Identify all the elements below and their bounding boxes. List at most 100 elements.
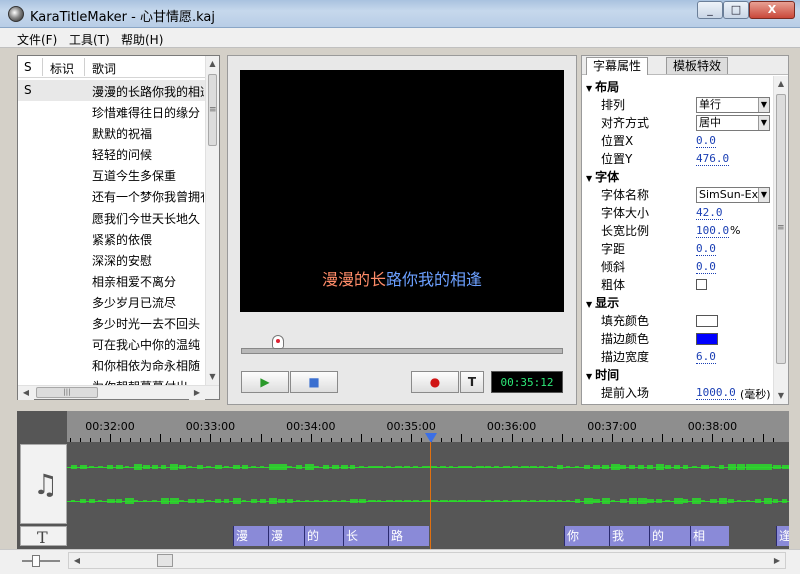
lyric-timing-block[interactable]: 漫: [233, 526, 268, 546]
zoom-slider-knob[interactable]: [32, 555, 40, 567]
lyric-row[interactable]: 默默的祝福: [18, 122, 205, 143]
scroll-right-arrow[interactable]: ▶: [769, 553, 785, 568]
property-dropdown[interactable]: 单行 ▼: [696, 97, 770, 113]
waveform-peak: [134, 499, 138, 503]
scroll-down-arrow[interactable]: ▼: [206, 369, 219, 385]
bold-checkbox[interactable]: [696, 279, 707, 290]
ruler-tick: [662, 434, 664, 442]
timeline-zoom-slider[interactable]: [22, 554, 60, 568]
waveform-peak: [161, 465, 166, 469]
waveform-peak: [413, 500, 419, 502]
scroll-up-arrow[interactable]: ▲: [206, 56, 219, 72]
property-dropdown[interactable]: 居中 ▼: [696, 115, 770, 131]
waveform-peak: [431, 499, 438, 503]
timeline-horizontal-scrollbar[interactable]: ◀ ▶: [68, 552, 786, 569]
lyric-timing-block[interactable]: 逢: [776, 526, 789, 546]
property-group-header[interactable]: ▼ 时间: [586, 366, 619, 383]
waveform-peak: [728, 464, 736, 470]
ruler-tick: [290, 438, 292, 442]
column-header-mark[interactable]: 标识: [50, 60, 74, 77]
stop-button[interactable]: ■: [290, 371, 338, 393]
lyric-timing-block[interactable]: 路: [388, 526, 429, 546]
lyric-timing-block[interactable]: 你: [564, 526, 609, 546]
minimize-button[interactable]: _: [697, 1, 723, 19]
text-mode-button[interactable]: T: [460, 371, 484, 393]
waveform-peak: [305, 464, 314, 470]
record-button[interactable]: ●: [411, 371, 459, 393]
lyric-timing-block[interactable]: 的: [304, 526, 343, 546]
menu-tools[interactable]: 工具(T): [69, 31, 110, 48]
property-group-header[interactable]: ▼ 字体: [586, 168, 619, 185]
lyrics-vertical-scrollbar[interactable]: ▲ ≡ ▼: [205, 56, 219, 385]
tab-subtitle-properties[interactable]: 字幕属性: [586, 57, 649, 75]
property-value[interactable]: 0.0: [696, 242, 716, 256]
property-value[interactable]: 0.0: [696, 260, 716, 274]
waveform-peak: [674, 465, 680, 469]
lyrics-horizontal-scrollbar[interactable]: ◀ ||| ▶: [18, 385, 219, 400]
lyric-timing-block[interactable]: 的: [649, 526, 690, 546]
color-swatch[interactable]: [696, 315, 718, 327]
lyric-row[interactable]: 相亲相爱不离分: [18, 270, 205, 291]
timeline-scroll-thumb[interactable]: [157, 554, 173, 567]
scroll-thumb[interactable]: ≡: [208, 74, 217, 146]
audio-waveform-track[interactable]: [67, 444, 789, 524]
property-value[interactable]: 0.0: [696, 134, 716, 148]
property-value[interactable]: 100.0: [696, 224, 730, 238]
waveform-peak: [179, 464, 186, 470]
waveform-peak: [251, 499, 257, 503]
property-dropdown[interactable]: SimSun-ExtB ▼: [696, 187, 770, 203]
lyric-timing-block[interactable]: 相: [690, 526, 729, 546]
lyric-row[interactable]: 紧紧的依偎: [18, 228, 205, 249]
lyric-timing-block[interactable]: 长: [343, 526, 388, 546]
lyric-row[interactable]: 多少岁月已流尽: [18, 291, 205, 312]
property-label: 字体大小: [601, 206, 650, 220]
scroll-down-arrow[interactable]: ▼: [774, 388, 788, 404]
maximize-button[interactable]: □: [723, 1, 749, 19]
lyric-timing-track[interactable]: 漫漫的长路你我的相逢: [67, 526, 789, 546]
lyrics-rows: S 漫漫的长路你我的相逢 珍惜难得往日的缘分 默默的祝福 轻轻的问候 互道今生多保重 还有一…: [18, 80, 205, 385]
property-value[interactable]: 6.0: [696, 350, 716, 364]
scroll-left-arrow[interactable]: ◀: [69, 553, 85, 568]
lyric-row[interactable]: 深深的安慰: [18, 249, 205, 270]
scroll-up-arrow[interactable]: ▲: [774, 76, 788, 92]
chevron-down-icon[interactable]: ▼: [758, 116, 769, 130]
playhead-marker[interactable]: [425, 433, 437, 443]
lyric-row[interactable]: 可在我心中你的温纯: [18, 333, 205, 354]
property-group-header[interactable]: ▼ 显示: [586, 294, 619, 311]
hscroll-thumb[interactable]: |||: [36, 387, 98, 398]
column-header-s[interactable]: S: [24, 60, 32, 74]
lyric-row[interactable]: S 漫漫的长路你我的相逢: [18, 80, 205, 102]
waveform-peak: [440, 499, 448, 503]
properties-vertical-scrollbar[interactable]: ▲ ≡ ▼: [773, 76, 788, 404]
lyric-row[interactable]: 和你相依为命永相随: [18, 354, 205, 375]
lyric-row[interactable]: 珍惜难得往日的缘分: [18, 101, 205, 122]
lyric-row[interactable]: 为你朝朝暮暮付出: [18, 375, 205, 385]
lyric-timing-block[interactable]: 漫: [268, 526, 304, 546]
scroll-left-arrow[interactable]: ◀: [18, 386, 34, 400]
chevron-down-icon[interactable]: ▼: [758, 188, 769, 202]
scroll-right-arrow[interactable]: ▶: [189, 386, 205, 400]
close-button[interactable]: X: [749, 1, 795, 19]
lyric-row[interactable]: 愿我们今世天长地久: [18, 207, 205, 228]
lyric-row[interactable]: 多少时光一去不回头: [18, 312, 205, 333]
property-value[interactable]: 476.0: [696, 152, 730, 166]
menu-help[interactable]: 帮助(H): [121, 31, 163, 48]
waveform-peak: [458, 499, 466, 503]
column-header-lyric[interactable]: 歌词: [92, 60, 116, 77]
property-value[interactable]: 1000.0: [696, 386, 736, 400]
play-button[interactable]: ▶: [241, 371, 289, 393]
menu-file[interactable]: 文件(F): [17, 31, 57, 48]
scroll-thumb[interactable]: ≡: [776, 94, 786, 364]
property-value[interactable]: 42.0: [696, 206, 723, 220]
position-slider-thumb[interactable]: [272, 335, 284, 349]
lyric-row[interactable]: 互道今生多保重: [18, 164, 205, 185]
waveform-peak: [278, 464, 287, 470]
color-swatch[interactable]: [696, 333, 718, 345]
property-group-header[interactable]: ▼ 布局: [586, 78, 619, 95]
position-slider-track[interactable]: [241, 348, 563, 354]
chevron-down-icon[interactable]: ▼: [758, 98, 769, 112]
lyric-row[interactable]: 还有一个梦你我曾拥有: [18, 185, 205, 206]
lyric-row[interactable]: 轻轻的问候: [18, 143, 205, 164]
lyric-timing-block[interactable]: 我: [609, 526, 649, 546]
tab-template-effects[interactable]: 模板特效: [666, 57, 729, 74]
